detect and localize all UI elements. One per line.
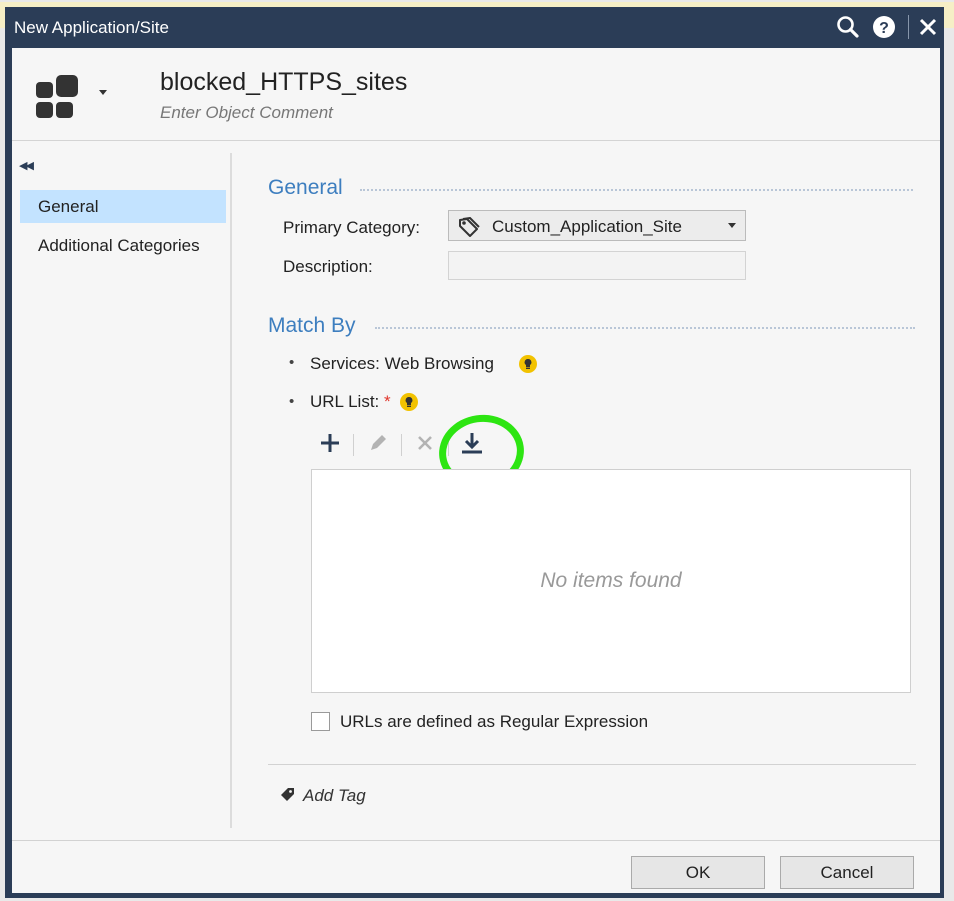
collapse-nav-icon[interactable]: ◀◀: [19, 159, 34, 172]
side-nav: ◀◀ General Additional Categories: [12, 153, 232, 828]
general-section-title: General: [268, 176, 343, 199]
dialog-content: blocked_HTTPS_sites Enter Object Comment…: [12, 48, 940, 893]
regex-checkbox-label[interactable]: URLs are defined as Regular Expression: [340, 712, 648, 732]
section-divider: [360, 189, 913, 191]
titlebar-separator: [908, 15, 909, 39]
description-input[interactable]: [448, 251, 746, 280]
required-marker: *: [384, 392, 391, 411]
object-header: blocked_HTTPS_sites Enter Object Comment: [12, 48, 940, 141]
close-icon[interactable]: [915, 14, 941, 40]
description-label: Description:: [283, 257, 373, 276]
toolbar-separator: [448, 434, 449, 456]
title-bar: New Application/Site ?: [5, 7, 944, 48]
lightbulb-hint-icon[interactable]: [519, 355, 537, 373]
services-label: Services: Web Browsing: [310, 354, 494, 373]
window-title: New Application/Site: [14, 18, 169, 37]
add-tag-label: Add Tag: [303, 786, 366, 805]
url-list-label-text: URL List:: [310, 392, 380, 411]
url-list-table[interactable]: No items found: [311, 469, 911, 693]
import-icon[interactable]: [459, 430, 485, 456]
regex-checkbox[interactable]: [311, 712, 330, 731]
search-icon[interactable]: [835, 14, 861, 40]
help-icon[interactable]: ?: [871, 14, 897, 40]
application-icon[interactable]: [34, 73, 84, 126]
delete-icon[interactable]: [412, 430, 438, 456]
nav-item-additional-categories[interactable]: Additional Categories: [20, 229, 226, 262]
cancel-button[interactable]: Cancel: [780, 856, 914, 889]
primary-category-dropdown[interactable]: Custom_Application_Site: [448, 210, 746, 241]
object-name[interactable]: blocked_HTTPS_sites: [160, 68, 407, 97]
tag-divider: [268, 764, 916, 765]
nav-item-general[interactable]: General: [20, 190, 226, 223]
svg-text:?: ?: [879, 20, 889, 37]
empty-state-text: No items found: [540, 569, 682, 592]
bullet-icon: •: [289, 354, 295, 371]
section-divider: [375, 327, 915, 329]
edit-icon[interactable]: [365, 430, 391, 456]
category-tag-icon: [458, 216, 480, 242]
primary-category-value: Custom_Application_Site: [492, 217, 682, 236]
add-tag-button[interactable]: Add Tag: [278, 786, 366, 809]
dialog-window: New Application/Site ? blocked_HTTPS_sit…: [5, 7, 944, 898]
match-by-section-title: Match By: [268, 314, 356, 337]
url-list-label: URL List: *: [310, 392, 391, 412]
ok-button[interactable]: OK: [631, 856, 765, 889]
dialog-footer: OK Cancel: [12, 840, 940, 894]
icon-dropdown-caret[interactable]: [99, 90, 107, 95]
add-icon[interactable]: [317, 430, 343, 456]
tag-icon: [278, 788, 296, 808]
toolbar-separator: [401, 434, 402, 456]
toolbar-separator: [353, 434, 354, 456]
dropdown-caret-icon: [728, 223, 736, 228]
primary-category-label: Primary Category:: [283, 218, 420, 237]
lightbulb-hint-icon[interactable]: [400, 393, 418, 411]
object-comment-field[interactable]: Enter Object Comment: [160, 103, 333, 123]
bullet-icon: •: [289, 393, 295, 410]
